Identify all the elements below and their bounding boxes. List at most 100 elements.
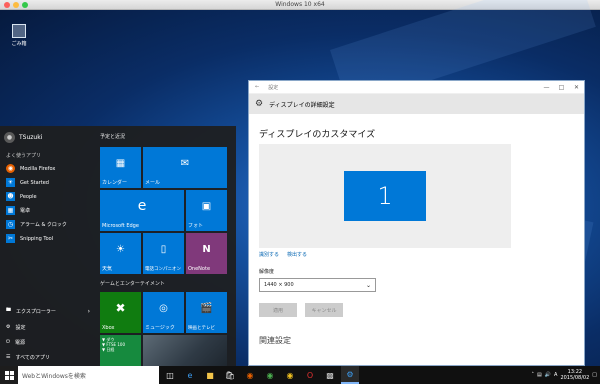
tile-xbox[interactable]: ✖ Xbox [100, 292, 141, 333]
app-get-started[interactable]: ☀ Get Started [6, 177, 49, 188]
back-arrow-icon[interactable]: ← [255, 84, 259, 90]
list-icon: ☰ [6, 354, 11, 360]
tile-mail[interactable]: ✉ メール [143, 147, 227, 188]
opera-icon[interactable]: O [301, 366, 319, 384]
minimize-dot[interactable] [13, 2, 19, 8]
app-snipping-tool[interactable]: ✂ Snipping Tool [6, 233, 53, 244]
taskbar: WebとWindowsを検索 ◫ e ■ 🛍 ◉ ◉ ◉ O ▩ ⚙ ˄ ▤ 🔊… [0, 366, 600, 384]
detect-link[interactable]: 検出する [287, 251, 307, 258]
volume-icon[interactable]: 🔊 [545, 372, 551, 378]
music-icon: ◎ [159, 302, 168, 314]
tile-movies-tv[interactable]: 🎬 映画とテレビ [186, 292, 227, 333]
related-settings-title: 関連設定 [259, 336, 291, 345]
app-label: Snipping Tool [20, 235, 54, 242]
tile-group-heading: 予定と近況 [100, 134, 126, 140]
store-icon[interactable]: 🛍 [221, 366, 239, 384]
settings-window-title: 設定 [268, 84, 279, 91]
photo-icon: ▣ [201, 200, 212, 212]
minimize-icon[interactable]: — [539, 84, 554, 91]
user-name: TSuzuki [19, 134, 43, 141]
clock-date: 2015/08/02 [560, 375, 590, 381]
edge-icon: e [137, 198, 147, 215]
clock[interactable]: 13:22 2015/08/02 [560, 369, 589, 381]
app-label: 電卓 [20, 208, 31, 214]
start-explorer[interactable]: 🖿 エクスプローラー › [6, 306, 90, 316]
start-settings[interactable]: ⚙ 設定 [6, 322, 90, 332]
app-icon[interactable]: ▩ [321, 366, 339, 384]
tile-groove-music[interactable]: ◎ ミュージック [143, 292, 184, 333]
settings-window: ← 設定 — □ ✕ ⚙ ディスプレイの詳細設定 ディスプレイのカスタマイズ 1… [248, 80, 585, 366]
chevron-up-icon[interactable]: ˄ [532, 372, 535, 378]
tile-label: カレンダー [102, 180, 128, 186]
start-all-apps[interactable]: ☰ すべてのアプリ [6, 352, 90, 362]
tile-onenote[interactable]: N OneNote [186, 233, 227, 274]
section-title: ディスプレイのカスタマイズ [259, 130, 376, 140]
chrome-icon[interactable]: ◉ [261, 366, 279, 384]
user-account[interactable]: ● TSuzuki [4, 132, 42, 143]
app-people[interactable]: ☻ People [6, 191, 37, 202]
maximize-icon[interactable]: □ [554, 84, 569, 91]
settings-header: ⚙ ディスプレイの詳細設定 [249, 94, 584, 114]
ime-icon[interactable]: A [554, 372, 557, 378]
phone-icon: ▯ [160, 243, 167, 255]
tile-edge[interactable]: e Microsoft Edge [100, 190, 184, 231]
chevron-down-icon: ⌄ [365, 281, 371, 289]
tile-money[interactable]: ▼ ダウ ▼ FTSE 100 ▼ 日経 [100, 335, 141, 366]
zoom-dot[interactable] [22, 2, 28, 8]
close-icon[interactable]: ✕ [569, 84, 584, 91]
tile-label: Xbox [102, 325, 115, 331]
app-icon[interactable]: ◉ [281, 366, 299, 384]
firefox-icon[interactable]: ◉ [241, 366, 259, 384]
start-tiles: 予定と近況 ▦ カレンダー ✉ メール e Microsoft Edge ▣ フ… [98, 126, 236, 366]
window-buttons: — □ ✕ [539, 84, 584, 91]
start-all-apps-label: すべてのアプリ [15, 354, 50, 361]
search-placeholder: WebとWindowsを検索 [22, 372, 86, 380]
tile-label: 映画とテレビ [188, 326, 215, 331]
tile-news[interactable] [143, 335, 227, 366]
tile-phone-companion[interactable]: ▯ 電話コンパニオン [143, 233, 184, 274]
tile-photos[interactable]: ▣ フォト [186, 190, 227, 231]
close-dot[interactable] [4, 2, 10, 8]
tile-weather[interactable]: ☀ 天気 [100, 233, 141, 274]
recycle-bin-label: ごみ箱 [11, 41, 27, 47]
start-button[interactable] [0, 366, 18, 384]
edge-icon[interactable]: e [181, 366, 199, 384]
app-firefox[interactable]: ◉ Mozilla Firefox [6, 163, 55, 174]
gear-icon: ⚙ [6, 324, 11, 330]
sun-icon: ☀ [116, 243, 125, 255]
start-power-label: 電源 [14, 339, 25, 346]
network-icon[interactable]: ▤ [537, 372, 542, 378]
tile-label: 電話コンパニオン [145, 267, 181, 272]
tile-label: OneNote [188, 266, 211, 272]
app-label: Get Started [20, 179, 49, 186]
settings-taskbar-icon[interactable]: ⚙ [341, 366, 359, 384]
resolution-select[interactable]: 1440 × 900 ⌄ [259, 278, 376, 292]
identify-link[interactable]: 識別する [259, 251, 279, 258]
start-settings-label: 設定 [15, 324, 26, 331]
film-icon: 🎬 [200, 302, 213, 314]
app-calculator[interactable]: ▦ 電卓 [6, 205, 30, 216]
start-power[interactable]: ⏻ 電源 [6, 337, 90, 347]
power-icon: ⏻ [6, 339, 10, 345]
tile-calendar[interactable]: ▦ カレンダー [100, 147, 141, 188]
settings-page-title: ディスプレイの詳細設定 [269, 101, 335, 109]
firefox-icon: ◉ [6, 164, 15, 173]
start-menu: ● TSuzuki よく使うアプリ ◉ Mozilla Firefox ☀ Ge… [0, 126, 236, 366]
task-view-icon[interactable]: ◫ [161, 366, 179, 384]
tile-label: フォト [188, 223, 204, 229]
system-tray: ˄ ▤ 🔊 A 13:22 2015/08/02 □ [532, 369, 600, 381]
apply-button[interactable]: 適用 [259, 303, 297, 317]
app-alarm-clock[interactable]: ◷ アラーム & クロック [6, 219, 67, 230]
monitor-1[interactable]: 1 [344, 171, 426, 221]
folder-icon[interactable]: ■ [201, 366, 219, 384]
recycle-bin[interactable]: ごみ箱 [6, 24, 32, 47]
display-preview: 1 [259, 144, 511, 248]
cancel-button[interactable]: キャンセル [305, 303, 343, 317]
most-used-heading: よく使うアプリ [6, 153, 42, 159]
notifications-icon[interactable]: □ [592, 372, 597, 378]
taskbar-search[interactable]: WebとWindowsを検索 [18, 366, 159, 384]
calculator-icon: ▦ [6, 206, 15, 215]
onenote-icon: N [202, 243, 211, 255]
xbox-icon: ✖ [115, 301, 126, 316]
start-explorer-label: エクスプローラー [16, 308, 56, 315]
